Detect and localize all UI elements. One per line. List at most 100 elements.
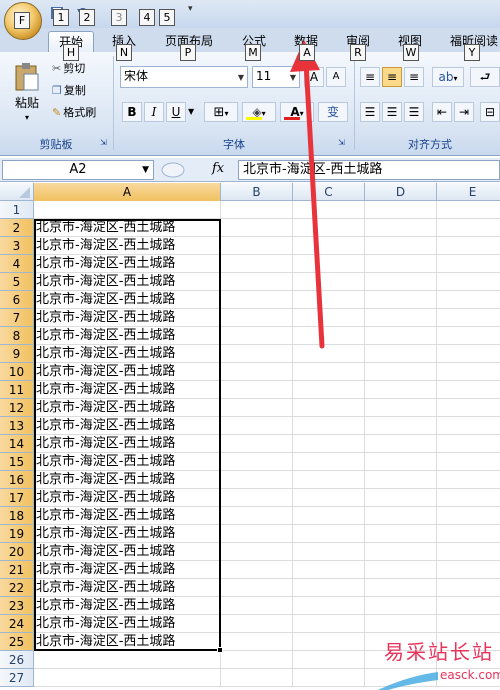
cell-column-a[interactable]: 北京市-海淀区-西土城路 [34, 453, 221, 471]
cut-button[interactable]: ✂ 剪切 [52, 60, 85, 76]
paste-button[interactable]: 粘贴 ▾ [8, 56, 46, 128]
cell-empty[interactable] [293, 489, 365, 507]
align-middle-button[interactable]: ≡ [382, 67, 402, 87]
cell-column-a[interactable]: 北京市-海淀区-西土城路 [34, 291, 221, 309]
cell-empty[interactable] [293, 453, 365, 471]
font-name-dropdown-icon[interactable]: ▼ [238, 69, 244, 87]
cell-empty[interactable] [221, 219, 293, 237]
row-header[interactable]: 10 [0, 363, 34, 381]
cell-empty[interactable] [293, 543, 365, 561]
cell-empty[interactable] [365, 381, 437, 399]
row-header[interactable]: 19 [0, 525, 34, 543]
column-header-e[interactable]: E [437, 183, 500, 201]
cell-column-a[interactable]: 北京市-海淀区-西土城路 [34, 417, 221, 435]
cell-empty[interactable] [437, 219, 500, 237]
orientation-button[interactable]: ab▾ [432, 67, 464, 87]
cell-empty[interactable] [221, 489, 293, 507]
cell-empty[interactable] [365, 507, 437, 525]
align-center-button[interactable]: ☰ [382, 102, 402, 122]
cell-empty[interactable] [293, 471, 365, 489]
underline-button[interactable]: U [166, 102, 186, 122]
cell-empty[interactable] [293, 201, 365, 219]
cell-empty[interactable] [221, 273, 293, 291]
cell-column-a[interactable]: 北京市-海淀区-西土城路 [34, 615, 221, 633]
office-button[interactable]: F [4, 2, 42, 40]
formula-input[interactable]: 北京市-海淀区-西土城路 [238, 160, 500, 180]
cell-empty[interactable] [365, 219, 437, 237]
row-header[interactable]: 24 [0, 615, 34, 633]
cell-empty[interactable] [293, 579, 365, 597]
cell-empty[interactable] [293, 273, 365, 291]
cell-column-a[interactable]: 北京市-海淀区-西土城路 [34, 399, 221, 417]
cell-empty[interactable] [293, 669, 365, 687]
cell-empty[interactable] [293, 345, 365, 363]
cell-empty[interactable] [293, 237, 365, 255]
cell-empty[interactable] [437, 273, 500, 291]
cell-empty[interactable] [437, 417, 500, 435]
font-launcher-icon[interactable]: ⇲ [338, 138, 345, 147]
cell-empty[interactable] [221, 471, 293, 489]
bold-button[interactable]: B [122, 102, 142, 122]
cell-column-a[interactable]: 北京市-海淀区-西土城路 [34, 237, 221, 255]
font-color-button[interactable]: A▾ [280, 102, 314, 122]
select-all-button[interactable] [0, 183, 34, 201]
cell-column-a[interactable]: 北京市-海淀区-西土城路 [34, 561, 221, 579]
align-left-button[interactable]: ☰ [360, 102, 380, 122]
cell-empty[interactable] [437, 237, 500, 255]
column-header-d[interactable]: D [365, 183, 437, 201]
cell-empty[interactable] [365, 309, 437, 327]
wrap-text-button[interactable]: ⮐ [470, 67, 500, 87]
cell-empty[interactable] [221, 579, 293, 597]
font-size-dropdown-icon[interactable]: ▼ [290, 69, 296, 87]
row-header[interactable]: 16 [0, 471, 34, 489]
row-header[interactable]: 17 [0, 489, 34, 507]
cell-empty[interactable] [221, 669, 293, 687]
cell-empty[interactable] [437, 255, 500, 273]
font-name-combobox[interactable]: 宋体 ▼ [120, 66, 248, 88]
cell-empty[interactable] [293, 381, 365, 399]
cell-empty[interactable] [221, 255, 293, 273]
cell-empty[interactable] [365, 273, 437, 291]
fill-color-button[interactable]: ◈▾ [242, 102, 276, 122]
merge-center-button[interactable]: ⊟ [480, 102, 500, 122]
cell-empty[interactable] [221, 615, 293, 633]
cell-column-a[interactable]: 北京市-海淀区-西土城路 [34, 435, 221, 453]
cell-column-a[interactable]: 北京市-海淀区-西土城路 [34, 579, 221, 597]
insert-function-button[interactable]: fx [212, 161, 224, 176]
cell-column-a[interactable]: 北京市-海淀区-西土城路 [34, 633, 221, 651]
cell-empty[interactable] [293, 363, 365, 381]
cell-empty[interactable] [221, 543, 293, 561]
cell-empty[interactable] [437, 543, 500, 561]
row-header[interactable]: 13 [0, 417, 34, 435]
cell-column-a[interactable]: 北京市-海淀区-西土城路 [34, 309, 221, 327]
cell-empty[interactable] [365, 327, 437, 345]
align-right-button[interactable]: ☰ [404, 102, 424, 122]
cell-empty[interactable] [365, 489, 437, 507]
cell-empty[interactable] [365, 363, 437, 381]
phonetic-guide-button[interactable]: 变 [318, 102, 348, 122]
copy-button[interactable]: ❐ 复制 [52, 82, 86, 98]
cell-empty[interactable] [221, 417, 293, 435]
cell-empty[interactable] [221, 507, 293, 525]
cell-empty[interactable] [293, 327, 365, 345]
column-header-b[interactable]: B [221, 183, 293, 201]
cell-empty[interactable] [293, 615, 365, 633]
cell-column-a[interactable] [34, 201, 221, 219]
cell-column-a[interactable]: 北京市-海淀区-西土城路 [34, 273, 221, 291]
row-header[interactable]: 3 [0, 237, 34, 255]
cell-column-a[interactable]: 北京市-海淀区-西土城路 [34, 219, 221, 237]
cell-empty[interactable] [293, 417, 365, 435]
row-header[interactable]: 9 [0, 345, 34, 363]
cell-empty[interactable] [437, 561, 500, 579]
align-bottom-button[interactable]: ≡ [404, 67, 424, 87]
row-header[interactable]: 11 [0, 381, 34, 399]
cell-empty[interactable] [437, 435, 500, 453]
grow-font-button[interactable]: A [304, 67, 324, 87]
row-header[interactable]: 12 [0, 399, 34, 417]
cell-column-a[interactable]: 北京市-海淀区-西土城路 [34, 597, 221, 615]
cell-empty[interactable] [293, 507, 365, 525]
shrink-font-button[interactable]: A [326, 67, 346, 87]
cell-empty[interactable] [221, 525, 293, 543]
worksheet-grid[interactable]: A B C D E 1 2 北京市-海淀区-西土城路 3 北京市-海淀区-西土城路 4 北京… [0, 183, 500, 690]
cell-empty[interactable] [221, 453, 293, 471]
